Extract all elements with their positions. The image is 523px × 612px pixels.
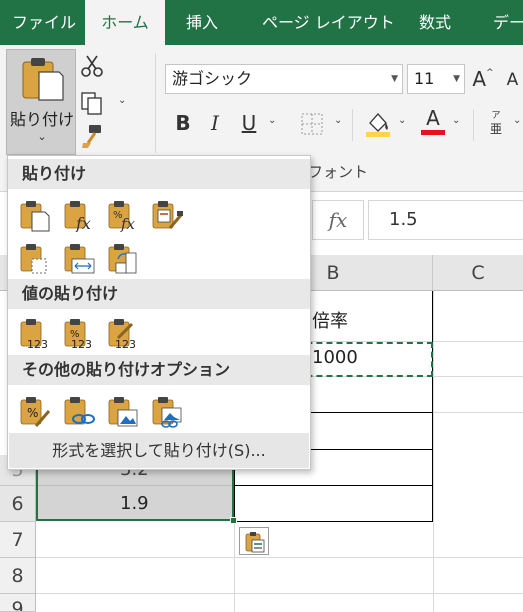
tab-insert[interactable]: 挿入 xyxy=(186,0,218,45)
keep-column-widths-icon[interactable] xyxy=(62,241,96,275)
underline-dropdown-arrow[interactable]: ⌄ xyxy=(268,115,276,126)
paste-values-icon[interactable]: 123 xyxy=(18,316,52,350)
underline-button[interactable]: U xyxy=(236,109,262,137)
paste-formulas-icon[interactable]: fx xyxy=(62,198,96,232)
svg-text:123: 123 xyxy=(27,338,48,350)
section-header-paste-values: 値の貼り付け xyxy=(8,279,310,309)
chevron-down-icon: ⌄ xyxy=(37,130,47,143)
table-border xyxy=(234,485,433,486)
paste-options-button[interactable] xyxy=(239,527,269,555)
insert-function-button[interactable]: fx xyxy=(312,200,364,240)
font-color-swatch xyxy=(421,129,445,135)
font-color-button[interactable]: A xyxy=(420,107,446,135)
paste-special-menu-item[interactable]: 形式を選択して貼り付け(S)... xyxy=(9,433,309,468)
paste-button[interactable]: 貼り付け ⌄ xyxy=(6,49,76,155)
font-name-value: 游ゴシック xyxy=(172,69,253,88)
fill-color-swatch xyxy=(366,132,390,137)
column-header-c[interactable]: C xyxy=(433,255,523,291)
gridline xyxy=(36,557,523,558)
paste-label: 貼り付け xyxy=(9,110,74,129)
fill-handle[interactable] xyxy=(230,517,237,524)
row-header-6[interactable]: 6 xyxy=(0,486,36,522)
values-number-format-icon[interactable]: % 123 xyxy=(62,316,96,350)
table-border xyxy=(234,521,433,522)
font-color-dropdown-arrow[interactable]: ⌄ xyxy=(452,115,460,126)
ribbon-separator xyxy=(155,53,156,153)
svg-text:123: 123 xyxy=(115,338,136,350)
paste-options-icon xyxy=(245,532,265,553)
font-size-value: 11 xyxy=(414,69,435,88)
borders-icon[interactable] xyxy=(300,112,324,136)
paste-formulas-number-format-icon[interactable]: % fx xyxy=(106,198,140,232)
decrease-font-size-icon[interactable]: A xyxy=(502,66,523,94)
font-size-combo[interactable]: 11 ▼ xyxy=(407,64,465,94)
keep-source-formatting-icon[interactable] xyxy=(150,198,184,232)
svg-text:%: % xyxy=(27,406,38,420)
section-header-paste: 貼り付け xyxy=(8,159,310,189)
increase-font-size-icon[interactable]: A ^ xyxy=(470,64,496,94)
paste-icon[interactable] xyxy=(18,198,52,232)
paste-options-menu: 貼り付け fx % fx 値の貼り付け 123 % 123 123 その他の貼り… xyxy=(7,155,311,470)
phonetic-dropdown-arrow[interactable]: ⌄ xyxy=(513,115,521,126)
italic-button[interactable]: I xyxy=(202,109,228,137)
cell-a6[interactable]: 1.9 xyxy=(120,493,149,514)
gridline xyxy=(433,291,434,612)
ribbon-separator xyxy=(473,109,474,141)
fill-color-dropdown-arrow[interactable]: ⌄ xyxy=(398,115,406,126)
tab-data[interactable]: デー xyxy=(493,0,523,45)
values-source-formatting-icon[interactable]: 123 xyxy=(106,316,140,350)
scissors-icon[interactable] xyxy=(79,53,105,79)
svg-text:fx: fx xyxy=(75,214,91,232)
formatting-icon[interactable]: % xyxy=(18,394,52,428)
bold-button[interactable]: B xyxy=(170,109,196,137)
tab-page-layout[interactable]: ページ レイアウト xyxy=(262,0,395,45)
gridline xyxy=(234,521,235,612)
phonetic-guide-icon[interactable]: ア亜 xyxy=(484,107,508,139)
cell-b-header[interactable]: 倍率 xyxy=(312,307,348,333)
chevron-down-icon: ▼ xyxy=(391,74,398,84)
svg-text:123: 123 xyxy=(71,338,92,350)
row-header-7[interactable]: 7 xyxy=(0,522,36,558)
section-header-other-paste-options: その他の貼り付けオプション xyxy=(8,355,310,385)
svg-text:fx: fx xyxy=(120,215,136,232)
font-group-label: フォント xyxy=(308,163,369,181)
row-header-9[interactable]: 9 xyxy=(0,594,36,612)
tab-formulas[interactable]: 数式 xyxy=(419,0,451,45)
tab-home[interactable]: ホーム xyxy=(85,0,165,45)
formula-input[interactable]: 1.5 xyxy=(368,200,523,240)
gridline xyxy=(36,593,523,594)
transpose-icon[interactable] xyxy=(106,241,140,275)
chevron-down-icon: ▼ xyxy=(453,74,460,84)
font-color-letter-icon: A xyxy=(426,105,440,130)
table-border xyxy=(432,291,433,522)
tab-file[interactable]: ファイル xyxy=(12,0,76,45)
clipboard-icon xyxy=(22,58,64,101)
copy-icon[interactable] xyxy=(79,90,105,116)
row-header-8[interactable]: 8 xyxy=(0,558,36,594)
copy-dropdown-arrow[interactable]: ⌄ xyxy=(118,95,126,106)
borders-dropdown-arrow[interactable]: ⌄ xyxy=(334,115,342,126)
paste-link-icon[interactable] xyxy=(62,394,96,428)
no-borders-icon[interactable] xyxy=(18,241,52,275)
fill-color-icon[interactable] xyxy=(364,109,392,137)
ribbon-tab-bar: ファイル ホーム 挿入 ページ レイアウト 数式 デー xyxy=(0,0,523,45)
picture-icon[interactable] xyxy=(106,394,140,428)
linked-picture-icon[interactable] xyxy=(150,394,184,428)
font-name-combo[interactable]: 游ゴシック ▼ xyxy=(165,64,403,94)
gridline xyxy=(38,485,232,486)
ribbon-separator xyxy=(352,109,353,141)
format-painter-icon[interactable] xyxy=(79,123,105,149)
cell-b-value[interactable]: 1000 xyxy=(312,347,358,368)
